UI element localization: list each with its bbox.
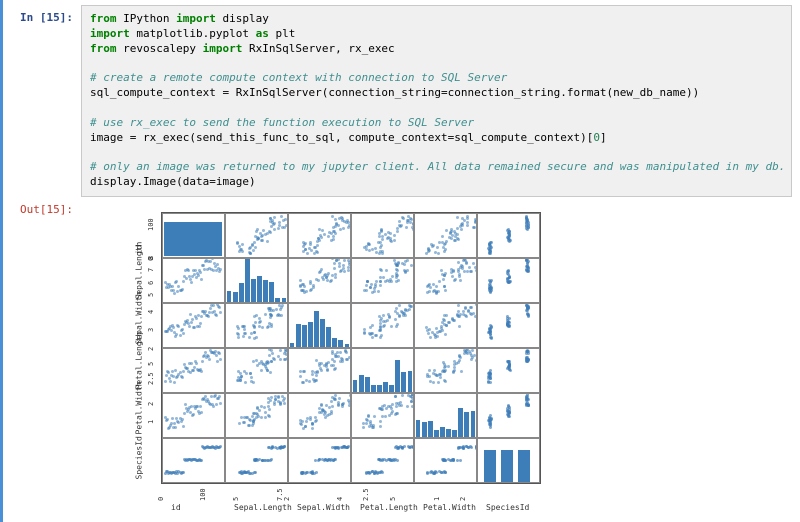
scatter-panel: [351, 213, 414, 258]
code-area[interactable]: from IPython import display import matpl…: [81, 5, 792, 197]
y-axis-labels: id0100Sepal.Length5678Sepal.Width234Peta…: [121, 212, 161, 482]
y-axis-label: Petal.Width: [135, 382, 144, 435]
scatter-panel: [225, 213, 288, 258]
mod: revoscalepy: [123, 42, 196, 55]
scatter-panel: [477, 303, 540, 348]
pairplot: id 0 100 Sepal.Length 5 6 7 8 Sepal.Width 2 3 4 Peta…: [121, 212, 551, 512]
y-tick: 5: [147, 293, 155, 297]
num: 0: [593, 131, 600, 144]
y-tick: 2: [147, 401, 155, 405]
scatter-panel: [162, 303, 225, 348]
scatter-panel: [162, 438, 225, 483]
y-tick: 2: [147, 347, 155, 351]
scatter-panel: [288, 348, 351, 393]
mod: matplotlib.pyplot: [136, 27, 249, 40]
x-tick: 4: [336, 497, 344, 501]
scatter-panel: [477, 258, 540, 303]
scatter-panel: [225, 393, 288, 438]
scatter-panel: [414, 258, 477, 303]
y-tick: 7: [147, 268, 155, 272]
x-tick: 5: [232, 497, 240, 501]
y-tick: 4: [147, 309, 155, 313]
comment: # only an image was returned to my jupyt…: [90, 160, 785, 173]
scatter-panel: [162, 393, 225, 438]
diag-panel: [225, 258, 288, 303]
names: RxInSqlServer, rx_exec: [249, 42, 395, 55]
scatter-panel: [225, 438, 288, 483]
x-tick: 2.5: [362, 488, 370, 501]
scatter-panel: [351, 258, 414, 303]
scatter-panel: [288, 213, 351, 258]
name: display: [222, 12, 268, 25]
diag-panel: [162, 213, 225, 258]
kw-import: import: [203, 42, 243, 55]
y-tick: 2.5: [147, 372, 155, 385]
scatter-panel: [288, 393, 351, 438]
scatter-panel: [225, 348, 288, 393]
output-prompt: Out[15]:: [11, 197, 81, 512]
x-tick: 100: [199, 488, 207, 501]
diag-panel: [288, 303, 351, 348]
scatter-panel: [414, 438, 477, 483]
x-tick: 1: [433, 497, 441, 501]
scatter-panel: [414, 303, 477, 348]
scatter-panel: [477, 393, 540, 438]
x-axis-labels: id0100Sepal.Length57.5Sepal.Width24Petal…: [161, 487, 539, 517]
diag-panel: [414, 393, 477, 438]
y-tick: 6: [147, 281, 155, 285]
scatter-panel: [351, 438, 414, 483]
x-tick: 5: [389, 497, 397, 501]
kw-as: as: [256, 27, 269, 40]
alias: plt: [275, 27, 295, 40]
stmt: sql_compute_context = RxInSqlServer(conn…: [90, 86, 699, 99]
scatter-panel: [351, 303, 414, 348]
scatter-panel: [288, 438, 351, 483]
scatter-panel: [162, 258, 225, 303]
x-tick: 2: [459, 497, 467, 501]
x-axis-label: Sepal.Length: [234, 503, 292, 512]
scatter-panel: [414, 213, 477, 258]
kw-from: from: [90, 12, 117, 25]
x-axis-label: SpeciesId: [486, 503, 529, 512]
scatter-panel: [351, 393, 414, 438]
x-tick: 0: [157, 497, 165, 501]
x-axis-label: id: [171, 503, 181, 512]
scatter-panel: [477, 213, 540, 258]
kw-import: import: [90, 27, 130, 40]
comment: # use rx_exec to send the function execu…: [90, 116, 474, 129]
output-area: id 0 100 Sepal.Length 5 6 7 8 Sepal.Width 2 3 4 Peta…: [81, 197, 792, 512]
y-tick: 100: [147, 218, 155, 231]
y-tick: 8: [147, 256, 155, 260]
scatter-panel: [477, 348, 540, 393]
y-tick: 1: [147, 420, 155, 424]
x-axis-label: Sepal.Width: [297, 503, 350, 512]
kw-from: from: [90, 42, 117, 55]
scatter-panel: [225, 303, 288, 348]
diag-panel: [477, 438, 540, 483]
kw-import: import: [176, 12, 216, 25]
scatter-panel: [288, 258, 351, 303]
y-tick: 5: [147, 361, 155, 365]
diag-panel: [351, 348, 414, 393]
stmt: image = rx_exec(send_this_func_to_sql, c…: [90, 131, 593, 144]
scatter-panel: [162, 348, 225, 393]
x-axis-label: Petal.Length: [360, 503, 418, 512]
stmt: display.Image(data=image): [90, 175, 256, 188]
x-tick: 2: [283, 497, 291, 501]
input-cell: In [15]: from IPython import display imp…: [3, 5, 800, 197]
mod: IPython: [123, 12, 169, 25]
y-axis-label: SpeciesId: [135, 437, 144, 480]
scatter-panel: [414, 348, 477, 393]
input-prompt: In [15]:: [11, 5, 81, 197]
notebook: In [15]: from IPython import display imp…: [0, 0, 800, 522]
x-axis-label: Petal.Width: [423, 503, 476, 512]
stmt: ]: [600, 131, 607, 144]
plot-grid: [161, 212, 541, 484]
comment: # create a remote compute context with c…: [90, 71, 507, 84]
output-cell: Out[15]: id 0 100 Sepal.Length 5 6 7 8 Sepal.Wid…: [3, 197, 800, 512]
y-tick: 3: [147, 328, 155, 332]
